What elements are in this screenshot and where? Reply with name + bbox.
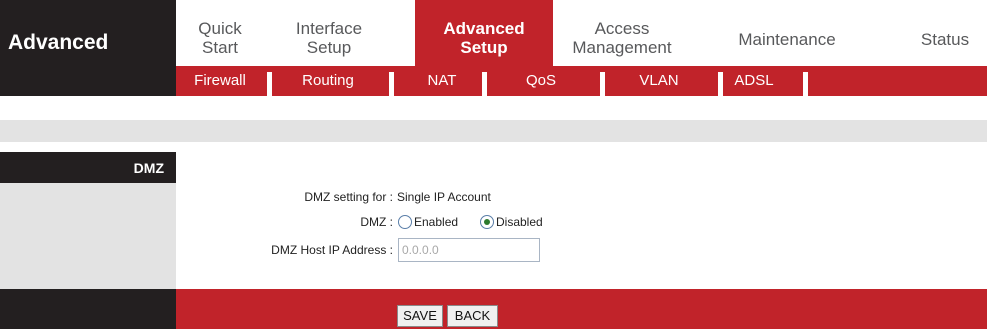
dmz-label: DMZ : — [360, 215, 393, 229]
tab-label-line1: Status — [920, 30, 970, 49]
subtab-vlan[interactable]: VLAN — [605, 66, 713, 96]
back-button[interactable]: BACK — [447, 305, 498, 327]
subtab-nat[interactable]: NAT — [394, 66, 490, 96]
brand-subheader — [0, 66, 176, 96]
dmz-form: DMZ setting for : Single IP Account DMZ … — [176, 152, 987, 289]
subtab-qos[interactable]: QoS — [487, 66, 595, 96]
tab-label-line1: Access — [594, 19, 650, 38]
tab-advanced-setup[interactable]: Advanced Setup — [415, 0, 553, 66]
subtab-firewall[interactable]: Firewall — [176, 66, 264, 96]
sub-nav: Firewall Routing NAT QoS VLAN ADSL — [176, 66, 987, 96]
disabled-label: Disabled — [496, 215, 543, 229]
tab-label-line2: Management — [572, 38, 672, 57]
section-title: DMZ — [133, 160, 164, 176]
main-nav: Quick Start Interface Setup Advanced Set… — [176, 0, 987, 66]
separator-band — [0, 120, 987, 142]
dmz-host-label: DMZ Host IP Address : — [271, 243, 393, 257]
section-header: DMZ — [0, 152, 176, 183]
enabled-label: Enabled — [414, 215, 459, 229]
section-sidebar — [0, 183, 176, 289]
brand-header: Advanced — [0, 0, 176, 66]
dmz-enabled-option[interactable]: Enabled — [398, 215, 458, 229]
tab-label-line2: Setup — [460, 38, 508, 57]
page-title: Advanced — [8, 31, 109, 54]
subtab-routing[interactable]: Routing — [272, 66, 384, 96]
footer-bar: SAVE BACK — [176, 289, 987, 329]
dmz-toggle-row: DMZ : Enabled Disabled — [176, 215, 987, 233]
tab-access-management[interactable]: Access Management — [556, 0, 688, 66]
tab-label-line1: Quick — [198, 19, 242, 38]
tab-status[interactable]: Status — [908, 0, 982, 66]
tab-label-line1: Maintenance — [738, 30, 836, 49]
dmz-host-row: DMZ Host IP Address : — [176, 243, 393, 259]
tab-label-line2: Setup — [306, 38, 352, 57]
tab-maintenance[interactable]: Maintenance — [723, 0, 851, 66]
tab-label-line1: Interface — [295, 19, 363, 38]
tab-quick-start[interactable]: Quick Start — [176, 0, 264, 66]
divider — [803, 72, 808, 96]
dmz-setting-value: Single IP Account — [397, 190, 491, 204]
subtab-adsl[interactable]: ADSL — [723, 66, 785, 96]
save-button[interactable]: SAVE — [397, 305, 443, 327]
tab-interface-setup[interactable]: Interface Setup — [271, 0, 387, 66]
dmz-setting-label: DMZ setting for : — [304, 190, 393, 204]
dmz-setting-row: DMZ setting for : Single IP Account — [176, 190, 987, 206]
footer-left — [0, 289, 176, 329]
disabled-radio[interactable] — [480, 215, 494, 229]
brand-area: Advanced — [0, 0, 176, 96]
enabled-radio[interactable] — [398, 215, 412, 229]
tab-label-line1: Advanced — [443, 19, 525, 38]
dmz-disabled-option[interactable]: Disabled — [480, 215, 543, 229]
dmz-host-ip-input[interactable] — [398, 238, 540, 262]
tab-label-line2: Start — [202, 38, 238, 57]
